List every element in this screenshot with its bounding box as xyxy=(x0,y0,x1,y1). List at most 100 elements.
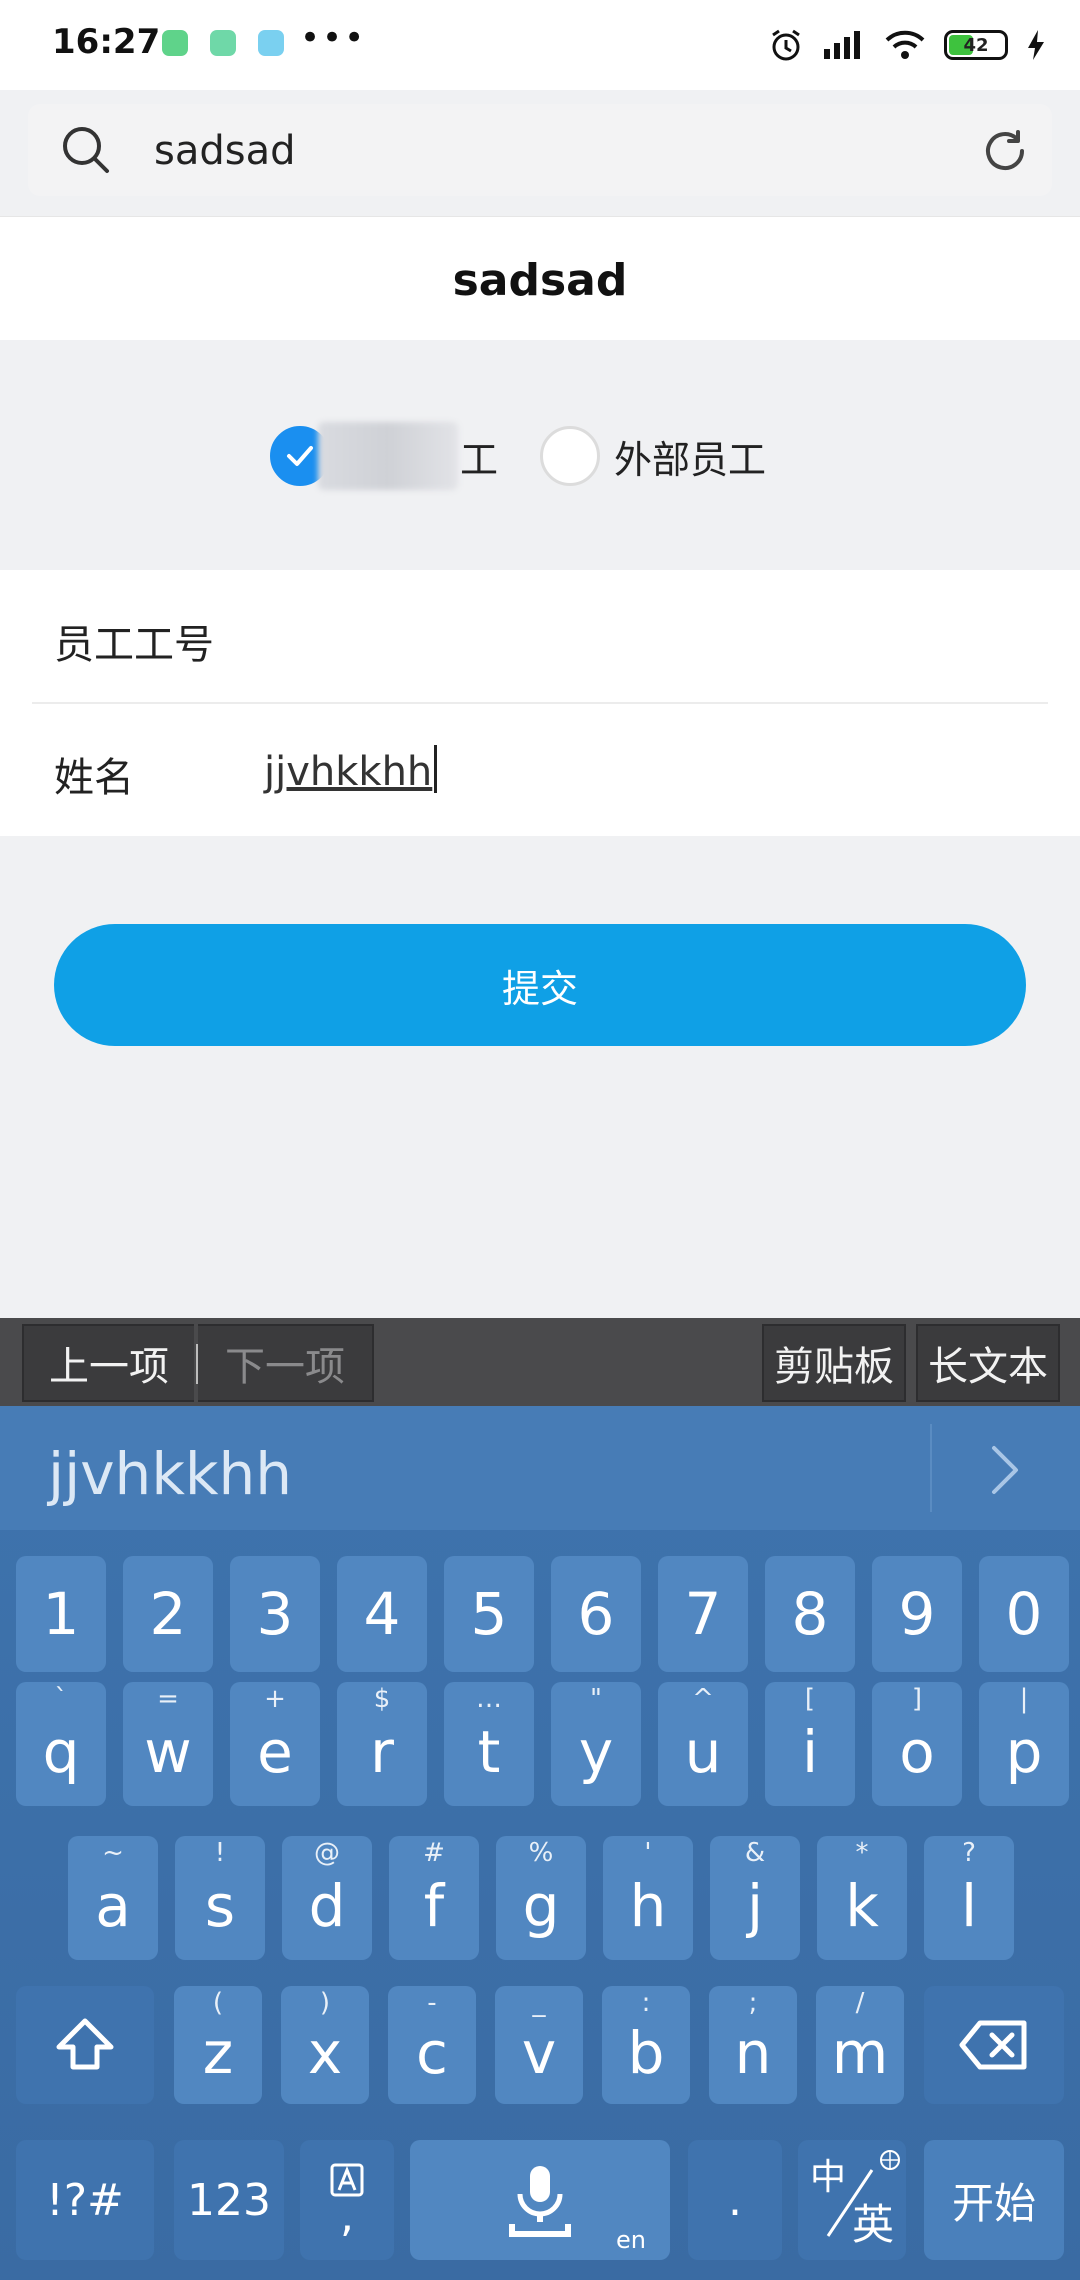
search-input[interactable]: sadsad xyxy=(154,128,295,174)
key-1[interactable]: 1 xyxy=(16,1556,106,1672)
status-bar: 16:27 ••• 42 xyxy=(0,0,1080,90)
key-u[interactable]: ^ u xyxy=(658,1682,748,1806)
period-key[interactable]: . xyxy=(688,2140,782,2260)
search-bar[interactable]: sadsad xyxy=(28,104,1052,196)
key-5[interactable]: 5 xyxy=(444,1556,534,1672)
candidate-word[interactable]: jjvhkkhh xyxy=(48,1440,292,1508)
key-symbol-hint: … xyxy=(476,1684,502,1714)
key-m[interactable]: / m xyxy=(816,1986,904,2104)
key-d[interactable]: @ d xyxy=(282,1836,372,1960)
key-label: 5 xyxy=(470,1580,508,1648)
chevron-right-icon[interactable] xyxy=(980,1440,1030,1500)
key-symbol-hint: ! xyxy=(214,1838,226,1868)
shift-key[interactable] xyxy=(16,1986,154,2104)
key-a[interactable]: ~ a xyxy=(68,1836,158,1960)
key-label: 6 xyxy=(577,1580,615,1648)
key-p[interactable]: | p xyxy=(979,1682,1069,1806)
key-3[interactable]: 3 xyxy=(230,1556,320,1672)
key-symbol-hint: ~ xyxy=(102,1838,124,1868)
radio-external-employee[interactable]: 外部员工 xyxy=(540,425,766,487)
battery-level: 42 xyxy=(963,34,989,56)
radio-unchecked-icon xyxy=(540,426,600,486)
clipboard-button[interactable]: 剪贴板 xyxy=(762,1324,906,1402)
text-cursor xyxy=(434,745,438,793)
backspace-icon xyxy=(959,2020,1027,2070)
key-e[interactable]: + e xyxy=(230,1682,320,1806)
key-label: t xyxy=(477,1718,501,1786)
key-symbol-hint: ` xyxy=(54,1684,68,1714)
space-key[interactable]: en xyxy=(410,2140,670,2260)
key-label: 3 xyxy=(256,1580,294,1648)
key-symbol-hint: [ xyxy=(804,1684,816,1714)
signal-icon xyxy=(824,31,860,59)
key-symbol-hint: & xyxy=(744,1838,766,1868)
employee-id-row[interactable]: 员工工号 xyxy=(0,570,1080,704)
key-i[interactable]: [i xyxy=(765,1682,855,1806)
key-label: x xyxy=(307,2019,343,2087)
key-label: 0 xyxy=(1005,1580,1043,1648)
key-label: c xyxy=(416,2019,448,2087)
key-label: l xyxy=(960,1872,978,1940)
key-z[interactable]: (z xyxy=(174,1986,262,2104)
key-2[interactable]: 2 xyxy=(123,1556,213,1672)
key-g[interactable]: % g xyxy=(496,1836,586,1960)
key-7[interactable]: 7 xyxy=(658,1556,748,1672)
key-label: z xyxy=(202,2019,234,2087)
name-field[interactable]: jjvhkkhh xyxy=(264,745,438,795)
key-h[interactable]: ' h xyxy=(603,1836,693,1960)
key-label: j xyxy=(746,1872,764,1940)
keyboard-accessory-bar: 上一项 下一项 剪贴板 长文本 xyxy=(0,1318,1080,1406)
key-j[interactable]: & j xyxy=(710,1836,800,1960)
key-symbol-hint: * xyxy=(855,1838,869,1868)
key-f[interactable]: # f xyxy=(389,1836,479,1960)
comma-key[interactable]: , xyxy=(300,2140,394,2260)
key-s[interactable]: ! s xyxy=(175,1836,265,1960)
message-notification-icon xyxy=(210,30,236,56)
key-6[interactable]: 6 xyxy=(551,1556,641,1672)
name-field-text: jjvhkkhh xyxy=(264,749,433,795)
key-o[interactable]: ] o xyxy=(872,1682,962,1806)
symbols-key[interactable]: !?# xyxy=(16,2140,154,2260)
prev-field-button[interactable]: 上一项 xyxy=(22,1324,194,1402)
key-label: w xyxy=(144,1718,192,1786)
page-title: sadsad xyxy=(452,255,628,306)
key-8[interactable]: 8 xyxy=(765,1556,855,1672)
key-w[interactable]: = w xyxy=(123,1682,213,1806)
key-label: o xyxy=(899,1718,935,1786)
submit-button[interactable]: 提交 xyxy=(54,924,1026,1046)
key-y[interactable]: " y xyxy=(551,1682,641,1806)
long-text-button[interactable]: 长文本 xyxy=(916,1324,1060,1402)
key-q[interactable]: ` q xyxy=(16,1682,106,1806)
key-symbol-hint: ] xyxy=(911,1684,923,1714)
enter-key-label: 开始 xyxy=(951,2178,1036,2228)
key-9[interactable]: 9 xyxy=(872,1556,962,1672)
key-x[interactable]: ) x xyxy=(281,1986,369,2104)
key-r[interactable]: $ r xyxy=(337,1682,427,1806)
key-n[interactable]: ; n xyxy=(709,1986,797,2104)
key-4[interactable]: 4 xyxy=(337,1556,427,1672)
key-label: a xyxy=(95,1872,131,1940)
key-symbol-hint: % xyxy=(528,1838,554,1868)
backspace-key[interactable] xyxy=(924,1986,1064,2104)
key-symbol-hint: ^ xyxy=(692,1684,714,1714)
key-v[interactable]: _ v xyxy=(495,1986,583,2104)
key-symbol-hint: ? xyxy=(962,1838,976,1868)
refresh-icon[interactable] xyxy=(980,126,1030,176)
number-keyboard-key[interactable]: 123 xyxy=(174,2140,284,2260)
wifi-icon xyxy=(885,30,925,59)
candidate-separator xyxy=(930,1424,932,1512)
language-switch-key[interactable]: 中 英 xyxy=(798,2140,906,2260)
space-sub-label: en xyxy=(616,2226,646,2254)
status-time: 16:27 xyxy=(52,22,161,62)
key-0[interactable]: 0 xyxy=(979,1556,1069,1672)
charging-icon xyxy=(1028,30,1044,60)
key-l[interactable]: ? l xyxy=(924,1836,1014,1960)
name-row[interactable]: 姓名 jjvhkkhh xyxy=(0,703,1080,836)
key-label: g xyxy=(522,1872,560,1940)
key-t[interactable]: … t xyxy=(444,1682,534,1806)
key-b[interactable]: :b xyxy=(602,1986,690,2104)
key-c[interactable]: -c xyxy=(388,1986,476,2104)
next-field-button[interactable]: 下一项 xyxy=(198,1324,374,1402)
enter-key[interactable]: 开始 xyxy=(924,2140,1064,2260)
key-k[interactable]: * k xyxy=(817,1836,907,1960)
